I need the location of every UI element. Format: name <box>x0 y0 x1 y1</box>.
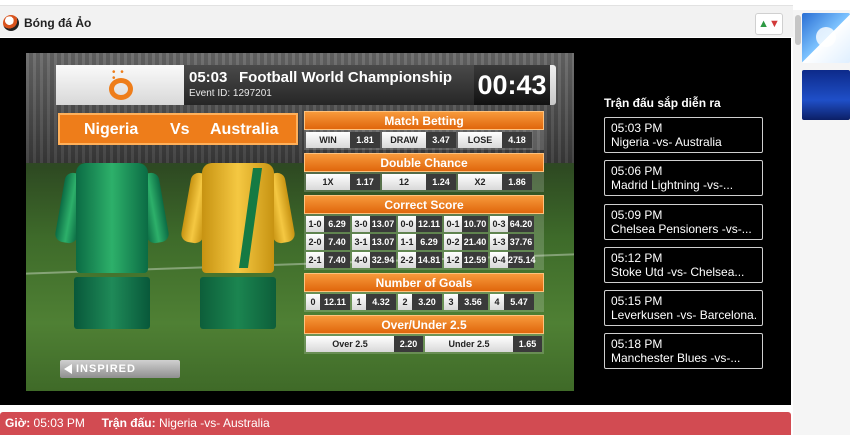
odds-cell[interactable]: DRAW 3.47 <box>382 132 456 148</box>
list-item[interactable]: 05:12 PM Stoke Utd -vs- Chelsea... <box>604 246 763 283</box>
odds-cell[interactable]: 3-0 13.07 <box>352 216 396 232</box>
market-grid-correct-score: 1-0 6.29 3-0 13.07 0-0 12.11 0-1 10.70 0-3 64… <box>304 214 544 270</box>
market-title-correct-score: Correct Score <box>304 195 544 214</box>
correct-score-row: 2-0 7.40 3-1 13.07 1-1 6.29 0-2 21.40 1-3 37.… <box>306 234 542 250</box>
odds-cell[interactable]: 0-2 21.40 <box>444 234 488 250</box>
inspired-brand-tag: INSPIRED <box>60 360 180 378</box>
match-label: Trận đấu: <box>101 416 156 430</box>
market-row-double-chance: 1X 1.17 12 1.24 X2 1.86 <box>304 172 544 192</box>
championship-title: Football World Championship <box>239 69 453 86</box>
list-item[interactable]: 05:18 PM Manchester Blues -vs-... <box>604 333 763 370</box>
odds-cell[interactable]: WIN 1.81 <box>306 132 380 148</box>
odds-cell[interactable]: 2-0 7.40 <box>306 234 350 250</box>
odds-cell[interactable]: 0-1 10.70 <box>444 216 488 232</box>
odds-cell[interactable]: 1-0 6.29 <box>306 216 350 232</box>
odds-cell[interactable]: X2 1.86 <box>458 174 532 190</box>
odds-cell[interactable]: 0-4 275.14 <box>490 252 536 268</box>
odds-cell[interactable]: 2-2 14.81 <box>398 252 442 268</box>
correct-score-row: 1-0 6.29 3-0 13.07 0-0 12.11 0-1 10.70 0-3 64… <box>306 216 542 232</box>
countdown-timer: 00:43 <box>474 65 550 105</box>
football-icon <box>3 15 19 31</box>
correct-score-row: 2-1 7.40 4-0 32.94 2-2 14.81 1-2 12.59 0-4 27… <box>306 252 542 268</box>
match-time: 05:15 PM <box>611 294 663 309</box>
odds-cell[interactable]: 4-0 32.94 <box>352 252 396 268</box>
match-start-time: 05:03 <box>189 69 228 86</box>
match-video-player[interactable]: • • • 05:03 Football World Championship … <box>26 53 574 391</box>
odds-cell[interactable]: 4 5.47 <box>490 294 534 310</box>
odds-cell[interactable]: 0 12.11 <box>306 294 350 310</box>
odds-cell[interactable]: 1-3 37.76 <box>490 234 534 250</box>
match-value: Nigeria -vs- Australia <box>158 416 270 430</box>
upcoming-matches-list: 05:03 PM Nigeria -vs- Australia 05:06 PM… <box>604 117 763 377</box>
odds-cell[interactable]: 3 3.56 <box>444 294 488 310</box>
virtual-football-stage: • • • 05:03 Football World Championship … <box>0 38 791 405</box>
odds-board: Match Betting WIN 1.81 DRAW 3.47 LOSE 4.18 … <box>304 108 544 354</box>
time-value: 05:03 PM <box>33 416 85 430</box>
sort-down-icon: ▼ <box>769 17 780 30</box>
odds-cell[interactable]: 1-2 12.59 <box>444 252 488 268</box>
teams-banner: Nigeria Vs Australia <box>58 113 298 145</box>
odds-cell[interactable]: 1-1 6.29 <box>398 234 442 250</box>
odds-cell[interactable]: Under 2.5 1.65 <box>425 336 542 352</box>
match-time: 05:06 PM <box>611 164 663 179</box>
odds-cell[interactable]: 0-0 12.11 <box>398 216 442 232</box>
list-item[interactable]: 05:15 PM Leverkusen -vs- Barcelona... <box>604 290 763 327</box>
away-team: Australia <box>210 121 279 138</box>
time-label: Giờ: <box>5 416 31 430</box>
odds-cell[interactable]: 1 4.32 <box>352 294 396 310</box>
brand-logo-icon: • • • <box>106 68 136 102</box>
market-row-number-of-goals: 0 12.11 1 4.32 2 3.20 3 3.56 4 5.47 <box>304 292 544 312</box>
vs-label: Vs <box>170 121 190 138</box>
match-name: Chelsea Pensioners -vs-... <box>611 221 752 236</box>
odds-cell[interactable]: 3-1 13.07 <box>352 234 396 250</box>
odds-cell[interactable]: LOSE 4.18 <box>458 132 532 148</box>
away-kit-image <box>180 163 296 333</box>
market-title-double-chance: Double Chance <box>304 153 544 172</box>
market-title-over-under: Over/Under 2.5 <box>304 315 544 334</box>
match-time: 05:09 PM <box>611 207 663 222</box>
market-title-match-betting: Match Betting <box>304 111 544 130</box>
promo-thumbnail[interactable] <box>802 70 850 120</box>
side-panel <box>793 10 850 435</box>
top-bar: Bóng đá Ảo ▲ ▼ <box>0 5 793 37</box>
match-name: Stoke Utd -vs- Chelsea... <box>611 264 745 279</box>
page-title: Bóng đá Ảo <box>24 16 92 30</box>
match-name: Leverkusen -vs- Barcelona... <box>611 308 756 323</box>
sort-up-icon: ▲ <box>758 17 769 30</box>
odds-cell[interactable]: 1X 1.17 <box>306 174 380 190</box>
event-id: Event ID: 1297201 <box>189 88 272 99</box>
list-item[interactable]: 05:06 PM Madrid Lightning -vs-... <box>604 160 763 197</box>
home-team: Nigeria <box>84 121 139 138</box>
match-time: 05:18 PM <box>611 337 663 352</box>
market-title-number-of-goals: Number of Goals <box>304 273 544 292</box>
scrollbar[interactable] <box>795 15 801 45</box>
list-item[interactable]: 05:03 PM Nigeria -vs- Australia <box>604 117 763 153</box>
odds-cell[interactable]: 2 3.20 <box>398 294 442 310</box>
match-time: 05:12 PM <box>611 250 663 265</box>
odds-cell[interactable]: Over 2.5 2.20 <box>306 336 423 352</box>
promo-thumbnail[interactable] <box>802 13 850 63</box>
current-match-status-bar: Giờ: 05:03 PM Trận đấu: Nigeria -vs- Aus… <box>0 412 791 435</box>
upcoming-matches-title: Trận đấu sắp diễn ra <box>604 96 721 110</box>
match-name: Madrid Lightning -vs-... <box>611 178 734 193</box>
odds-cell[interactable]: 0-3 64.20 <box>490 216 534 232</box>
match-name: Manchester Blues -vs-... <box>611 351 741 366</box>
home-kit-image <box>54 163 170 333</box>
match-name: Nigeria -vs- Australia <box>611 135 722 149</box>
market-row-match-betting: WIN 1.81 DRAW 3.47 LOSE 4.18 <box>304 130 544 150</box>
odds-cell[interactable]: 12 1.24 <box>382 174 456 190</box>
odds-cell[interactable]: 2-1 7.40 <box>306 252 350 268</box>
sort-toggle-button[interactable]: ▲ ▼ <box>755 13 783 35</box>
match-time: 05:03 PM <box>611 121 663 135</box>
list-item[interactable]: 05:09 PM Chelsea Pensioners -vs-... <box>604 203 763 240</box>
market-row-over-under: Over 2.5 2.20 Under 2.5 1.65 <box>304 334 544 354</box>
